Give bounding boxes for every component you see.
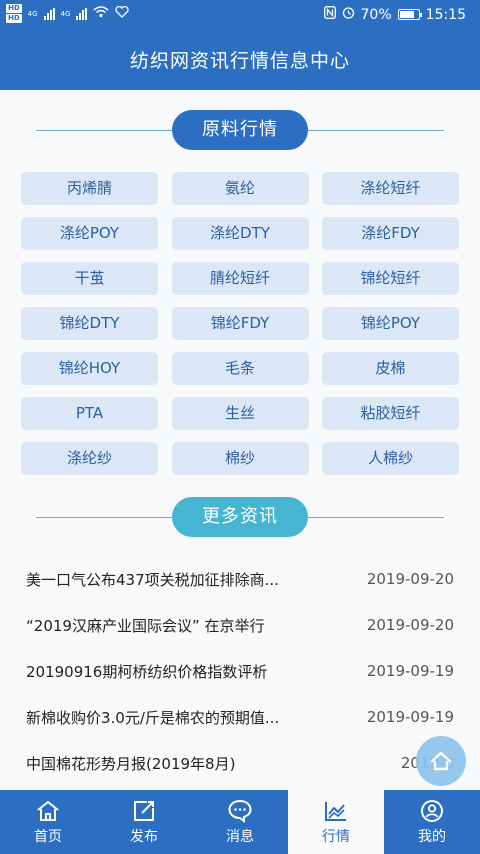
- signal-icon: [76, 7, 88, 20]
- news-item[interactable]: 新棉收购价3.0元/斤是棉农的预期值... 2019-09-19: [0, 694, 480, 740]
- news-date: 2019-09-20: [366, 570, 454, 588]
- nav-item-home[interactable]: 首页: [0, 790, 96, 854]
- network-type: 4G: [27, 9, 38, 18]
- more-section-title: 更多资讯: [172, 497, 308, 537]
- news-item[interactable]: 中国棉花形势月报(2019年8月)2019-0: [0, 740, 480, 786]
- nav-item-message[interactable]: 消息: [192, 790, 288, 854]
- arrow-up-icon: [430, 751, 452, 771]
- nav-item-publish[interactable]: 发布: [96, 790, 192, 854]
- nav-label: 首页: [34, 828, 62, 845]
- category-button[interactable]: 丙烯腈: [21, 172, 158, 205]
- category-button[interactable]: 毛条: [171, 352, 309, 385]
- publish-icon: [131, 799, 157, 823]
- category-button[interactable]: 腈纶短纤: [171, 262, 309, 295]
- category-button[interactable]: 氨纶: [171, 172, 309, 205]
- category-button[interactable]: 皮棉: [322, 352, 459, 385]
- battery-icon: [397, 9, 422, 20]
- divider: [308, 130, 444, 131]
- news-date: 2019-09-20: [366, 616, 454, 634]
- nfc-icon: [323, 6, 336, 23]
- nav-label: 发布: [130, 828, 158, 845]
- category-button[interactable]: 涤纶FDY: [322, 217, 459, 250]
- more-section-header: 更多资讯: [0, 497, 480, 537]
- category-button[interactable]: 涤纶DTY: [171, 217, 309, 250]
- category-grid: 丙烯腈 氨纶 涤纶短纤涤纶POY 涤纶DTY 涤纶FDY 干茧 腈纶短纤 锦纶短纤锦纶DTY 锦…: [21, 172, 459, 475]
- status-left: HD HD 4G 4G: [6, 4, 130, 23]
- hd-badge: HD: [6, 4, 22, 13]
- alarm-icon: [342, 6, 355, 23]
- raw-section-title: 原料行情: [172, 110, 308, 150]
- category-button[interactable]: 锦纶DTY: [21, 307, 158, 340]
- nav-label: 我的: [418, 828, 446, 845]
- divider: [36, 130, 172, 131]
- heart-monitor-icon: [115, 5, 130, 22]
- hd-badge: HD: [6, 14, 22, 23]
- nav-label: 行情: [322, 828, 350, 845]
- nav-label: 消息: [226, 828, 254, 845]
- news-date: 2019-09-19: [366, 708, 454, 726]
- news-title: 20190916期柯桥纺织价格指数评析: [26, 662, 268, 681]
- back-to-top-button[interactable]: [416, 736, 466, 786]
- news-list: 美一口气公布437项关税加征排除商... 2019-09-20 “2019汉麻产业国…: [0, 556, 480, 786]
- bottom-nav: 首页 发布 消息 行情 我的: [0, 790, 480, 854]
- category-button[interactable]: 人棉纱: [322, 442, 459, 475]
- news-title: 美一口气公布437项关税加征排除商...: [26, 570, 279, 589]
- status-right: 70% 15:15: [323, 6, 466, 23]
- news-date: 2019-09-19: [366, 662, 454, 680]
- news-title: 中国棉花形势月报(2019年8月): [26, 754, 236, 773]
- profile-icon: [419, 799, 445, 823]
- raw-section-header: 原料行情: [0, 110, 480, 150]
- battery-percent: 70%: [360, 6, 392, 23]
- news-title: “2019汉麻产业国际会议” 在京举行: [26, 616, 265, 635]
- page-title: 纺织网资讯行情信息中心: [0, 32, 480, 90]
- category-button[interactable]: 锦纶短纤: [322, 262, 459, 295]
- message-icon: [227, 799, 253, 823]
- category-button[interactable]: 干茧: [21, 262, 158, 295]
- category-button[interactable]: 锦纶POY: [322, 307, 459, 340]
- divider: [36, 517, 172, 518]
- nav-item-chart[interactable]: 行情: [288, 790, 384, 854]
- category-button[interactable]: 涤纶短纤: [322, 172, 459, 205]
- category-button[interactable]: 粘胶短纤: [322, 397, 459, 430]
- news-item[interactable]: 美一口气公布437项关税加征排除商... 2019-09-20: [0, 556, 480, 602]
- news-item[interactable]: “2019汉麻产业国际会议” 在京举行 2019-09-20: [0, 602, 480, 648]
- category-button[interactable]: 锦纶HOY: [21, 352, 158, 385]
- category-button[interactable]: 棉纱: [171, 442, 309, 475]
- nav-item-profile[interactable]: 我的: [384, 790, 480, 854]
- category-button[interactable]: 涤纶纱: [21, 442, 158, 475]
- hd-indicators: HD HD: [6, 4, 22, 23]
- status-bar: HD HD 4G 4G 70% 15:15: [0, 0, 480, 32]
- category-button[interactable]: 生丝: [171, 397, 309, 430]
- category-button[interactable]: 锦纶FDY: [171, 307, 309, 340]
- wifi-icon: [93, 6, 109, 21]
- divider: [308, 517, 444, 518]
- home-icon: [35, 799, 61, 823]
- category-button[interactable]: 涤纶POY: [21, 217, 158, 250]
- category-button[interactable]: PTA: [21, 397, 158, 430]
- chart-icon: [323, 799, 349, 823]
- news-item[interactable]: 20190916期柯桥纺织价格指数评析 2019-09-19: [0, 648, 480, 694]
- news-title: 新棉收购价3.0元/斤是棉农的预期值...: [26, 708, 280, 727]
- network-type: 4G: [60, 9, 71, 18]
- signal-icon: [43, 7, 55, 20]
- clock: 15:15: [425, 6, 466, 23]
